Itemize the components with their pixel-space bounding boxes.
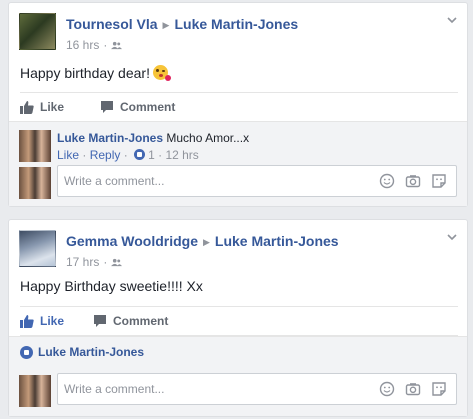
post-timestamp[interactable]: 16 hrs [66,38,99,52]
comment: Luke Martin-Jones Mucho Amor...x [57,131,249,145]
emoji-icon[interactable] [379,173,395,189]
commenter-name-link[interactable]: Luke Martin-Jones [57,131,163,145]
post-meta: 16 hrs · [66,38,123,52]
post-actions: Like Comment [20,92,458,122]
my-avatar [19,375,51,407]
comment-timestamp[interactable]: 12 hrs [165,148,198,162]
sticker-icon[interactable] [431,381,447,397]
kissing-face-emoji-icon [152,65,171,81]
like-reaction-icon [134,149,146,160]
like-button[interactable]: Like [20,100,64,114]
arrow-right-icon: ▶ [202,237,210,247]
comment-meta: Like · Reply · 1 · 12 hrs [57,148,199,162]
reaction-count[interactable]: 1 [148,148,155,162]
comment-text: Mucho Amor...x [166,131,250,145]
commenter-avatar[interactable] [19,130,51,162]
comment-bubble-icon [101,101,113,113]
thumbs-up-icon [20,315,34,328]
comment-bubble-icon [94,315,106,327]
camera-icon[interactable] [405,381,421,397]
comments-section: Luke Martin-Jones [9,336,467,416]
author-avatar[interactable] [19,230,56,267]
comment-button[interactable]: Comment [93,314,168,328]
comment-like-link[interactable]: Like [57,148,79,162]
comment-reply-link[interactable]: Reply [90,148,121,162]
arrow-right-icon: ▶ [162,20,170,30]
target-name-link[interactable]: Luke Martin-Jones [215,233,339,249]
friends-audience-icon[interactable] [111,41,123,50]
post-body: Happy Birthday sweetie!!!! Xx [20,278,203,294]
my-avatar [19,167,51,199]
comment-button[interactable]: Comment [100,100,175,114]
comments-section: Luke Martin-Jones Mucho Amor...x Like · … [9,121,467,206]
likes-summary-name: Luke Martin-Jones [38,345,145,359]
emoji-icon[interactable] [379,381,395,397]
author-avatar[interactable] [19,13,56,50]
feed-post: Gemma Wooldridge ▶ Luke Martin-Jones 17 hr… [8,219,468,417]
likes-summary[interactable]: Luke Martin-Jones [20,345,144,359]
post-text: Happy Birthday sweetie!!!! Xx [20,278,203,294]
post-names: Tournesol Vla ▶ Luke Martin-Jones [66,16,298,32]
like-reaction-icon [20,346,33,359]
post-timestamp[interactable]: 17 hrs [66,255,99,269]
target-name-link[interactable]: Luke Martin-Jones [174,16,298,32]
friends-audience-icon[interactable] [111,258,123,267]
post-header: Tournesol Vla ▶ Luke Martin-Jones 16 hrs · [19,13,459,53]
post-names: Gemma Wooldridge ▶ Luke Martin-Jones [66,233,339,249]
comment-input[interactable] [64,174,364,188]
like-button[interactable]: Like [20,314,64,328]
camera-icon[interactable] [405,173,421,189]
chevron-down-icon[interactable] [445,230,459,244]
post-body: Happy birthday dear! [20,65,171,81]
post-text: Happy birthday dear! [20,65,150,81]
thumbs-up-icon [20,101,34,114]
comment-composer [57,373,457,405]
feed-post: Tournesol Vla ▶ Luke Martin-Jones 16 hrs · … [8,2,468,207]
post-meta: 17 hrs · [66,255,123,269]
author-name-link[interactable]: Gemma Wooldridge [66,233,198,249]
comment-input[interactable] [64,382,364,396]
post-header: Gemma Wooldridge ▶ Luke Martin-Jones 17 hr… [19,230,459,270]
author-name-link[interactable]: Tournesol Vla [66,16,158,32]
comment-composer [57,165,457,197]
post-actions: Like Comment [20,306,458,336]
sticker-icon[interactable] [431,173,447,189]
chevron-down-icon[interactable] [445,13,459,27]
